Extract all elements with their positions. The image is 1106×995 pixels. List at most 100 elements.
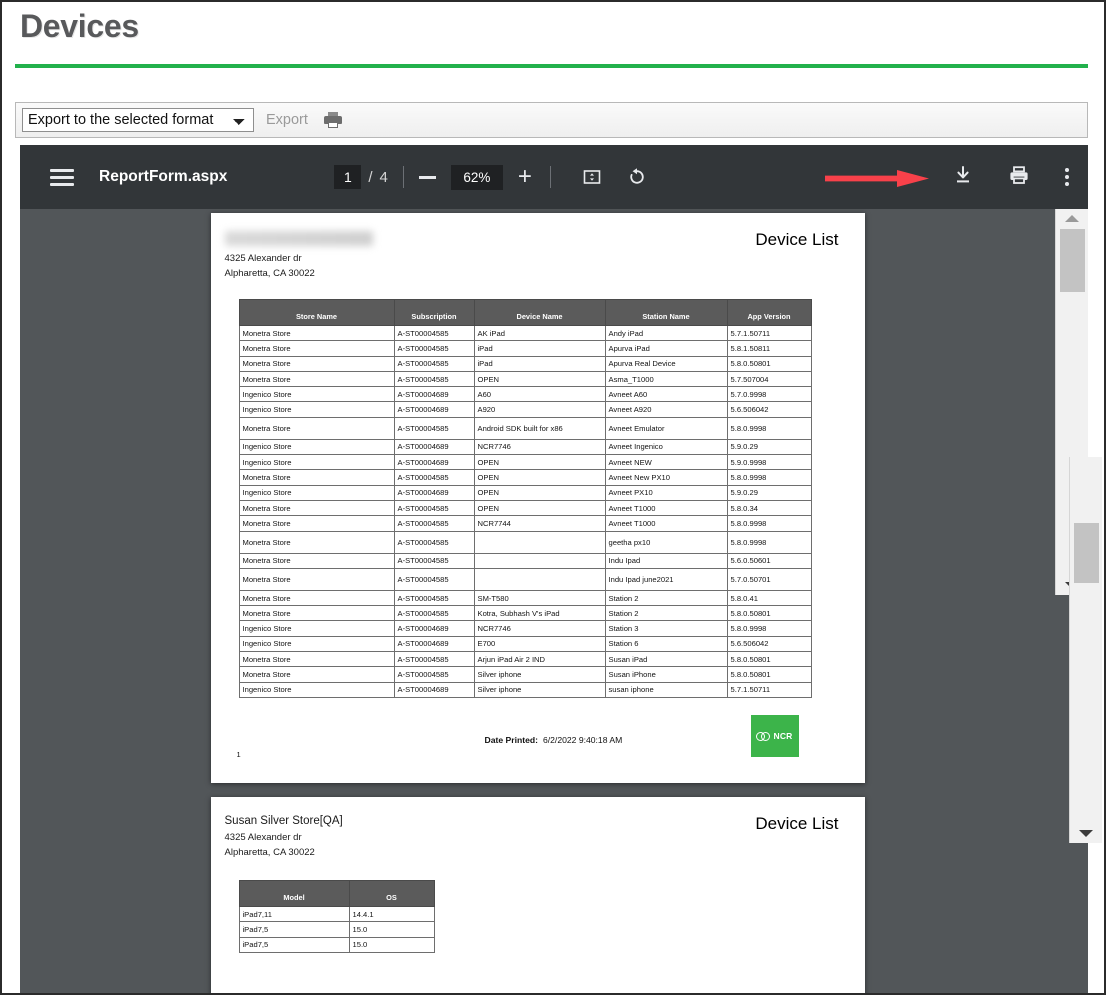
table-cell: Silver iphone — [473, 666, 606, 683]
pdf-filename: ReportForm.aspx — [99, 168, 228, 185]
table-cell: A-ST00004585 — [393, 416, 475, 440]
export-format-select[interactable]: Export to the selected format — [22, 108, 254, 132]
page2-address-line2: Alpharetta, CA 30022 — [224, 847, 315, 858]
table-cell: A-ST00004585 — [393, 499, 475, 517]
table-cell: OPEN — [473, 484, 606, 501]
table-cell: A-ST00004585 — [393, 340, 475, 357]
table-cell: Indu Ipad june2021 — [604, 567, 728, 591]
toolbar-right-actions — [952, 164, 1088, 191]
ncr-logo-text: NCR — [773, 731, 793, 741]
table-cell: 5.8.0.9998 — [726, 515, 812, 532]
kebab-menu-icon[interactable] — [1064, 168, 1070, 186]
zoom-level-value[interactable]: 62% — [450, 164, 503, 190]
table-cell: 5.9.0.29 — [726, 484, 812, 501]
rotate-counterclockwise-icon[interactable] — [626, 166, 648, 188]
ncr-logo: NCR — [750, 715, 799, 757]
table-row: Monetra Store A-ST00004585 iPad Apurva iPad… — [238, 340, 812, 357]
table-cell: A-ST00004585 — [393, 469, 475, 486]
table-cell: 5.8.0.50801 — [726, 666, 812, 683]
table-cell: Monetra Store — [238, 552, 395, 569]
table-row: Monetra Store A-ST00004585 Silver iphone Su… — [238, 666, 812, 683]
page-vertical-scrollbar[interactable] — [1069, 457, 1102, 843]
table-row: Ingenico Store A-ST00004689 E700 Station 65… — [238, 635, 812, 653]
table-cell: 5.8.1.50811 — [726, 340, 812, 357]
table-cell: Avneet PX10 — [604, 484, 728, 501]
download-icon[interactable] — [952, 164, 974, 191]
pdf-page-2: Susan Silver Store[QA] 4325 Alexander dr… — [210, 797, 865, 993]
table-cell: Arjun iPad Air 2 IND — [473, 651, 606, 668]
table-cell: 5.8.0.9998 — [726, 530, 812, 554]
page-separator: / — [368, 168, 373, 186]
page2-report-title: Device List — [755, 814, 839, 833]
table-cell: Monetra Store — [238, 499, 395, 517]
table-cell: Apurva Real Device — [604, 355, 728, 372]
table-cell: NCR7746 — [473, 620, 606, 637]
table-cell: A-ST00004585 — [393, 666, 475, 683]
table-cell: 15.0 — [348, 936, 435, 953]
table-cell: Monetra Store — [238, 651, 395, 668]
table-cell: Silver iphone — [473, 681, 606, 698]
table-cell: 5.9.0.29 — [726, 438, 812, 456]
page-title: Devices — [20, 8, 139, 44]
table-cell: Ingenico Store — [238, 438, 395, 456]
table-cell: 5.7.0.50701 — [726, 567, 812, 591]
table-cell: A-ST00004585 — [393, 651, 475, 668]
page2-address-line1: 4325 Alexander dr — [224, 832, 302, 843]
export-button[interactable]: Export — [266, 112, 308, 128]
table-cell: 5.7.1.50711 — [726, 324, 812, 342]
table-cell: A-ST00004585 — [393, 324, 475, 342]
page1-report-title: Device List — [755, 230, 839, 249]
table-cell: A-ST00004689 — [393, 438, 475, 456]
column-header: Store Name — [238, 299, 395, 326]
current-page-input[interactable] — [334, 165, 362, 189]
table-cell: E700 — [473, 635, 606, 653]
table-cell: Avneet A60 — [604, 386, 728, 403]
scrollbar-thumb[interactable] — [1074, 523, 1099, 583]
table-row: Monetra Store A-ST00004585 OPEN Asma_T1000 5… — [238, 370, 812, 388]
page-navigation: / 4 — [334, 165, 388, 189]
table-cell: SM-T580 — [473, 589, 606, 607]
table-row: Monetra Store A-ST00004585 OPEN Avneet New … — [238, 469, 812, 486]
table-cell: Ingenico Store — [238, 635, 395, 653]
scroll-down-arrow-icon[interactable] — [1079, 830, 1093, 837]
table-row: Ingenico Store A-ST00004689 A60 Avneet A60 5… — [238, 386, 812, 403]
table-cell: OPEN — [473, 370, 606, 388]
model-os-table: Model OS iPad7,11 14.4.1 iPad7,5 15.0 iPad7,5… — [238, 880, 435, 953]
zoom-in-button[interactable]: + — [515, 165, 535, 189]
table-header-row: Model OS — [238, 880, 435, 907]
zoom-out-button[interactable] — [418, 175, 439, 179]
table-cell: 15.0 — [348, 921, 435, 938]
table-row: Monetra Store A-ST00004585 geetha px10 5.8.… — [238, 530, 812, 554]
table-cell: Apurva iPad — [604, 340, 728, 357]
table-cell: Avneet Emulator — [604, 416, 728, 440]
table-cell: NCR7744 — [473, 515, 606, 532]
table-cell: A-ST00004585 — [393, 515, 475, 532]
table-cell: Monetra Store — [238, 515, 395, 532]
table-cell: 5.8.0.9998 — [726, 469, 812, 486]
printer-icon[interactable] — [323, 112, 342, 128]
table-cell: A-ST00004689 — [393, 484, 475, 501]
scrollbar-thumb[interactable] — [1060, 229, 1085, 292]
table-cell: iPad7,11 — [238, 905, 350, 923]
scroll-up-arrow-icon[interactable] — [1065, 215, 1079, 222]
table-cell: Monetra Store — [238, 589, 395, 607]
table-row: Monetra Store A-ST00004585 AK iPad Andy iPa… — [238, 324, 812, 342]
table-cell: A-ST00004689 — [393, 681, 475, 698]
application-window: Devices Export to the selected format Ex… — [0, 0, 1106, 995]
table-cell: NCR7746 — [473, 438, 606, 456]
table-cell: Monetra Store — [238, 416, 395, 440]
page1-address-line2: Alpharetta, CA 30022 — [224, 268, 315, 279]
table-row: Monetra Store A-ST00004585 Kotra, Subhash … — [238, 605, 812, 622]
print-icon[interactable] — [1008, 164, 1030, 191]
hamburger-menu-icon[interactable] — [50, 168, 74, 186]
pdf-document-area[interactable]: 4325 Alexander dr Alpharetta, CA 30022 D… — [20, 209, 1055, 993]
table-cell: 5.6.0.50601 — [726, 552, 812, 569]
table-cell: A60 — [473, 386, 606, 403]
table-row: Monetra Store A-ST00004585 NCR7744 Avneet T… — [238, 515, 812, 532]
ncr-rings-icon — [756, 731, 771, 741]
table-cell: Ingenico Store — [238, 484, 395, 501]
table-row: Monetra Store A-ST00004585 OPEN Avneet T100… — [238, 499, 812, 517]
fit-to-page-icon[interactable] — [582, 167, 602, 187]
table-cell: A920 — [473, 401, 606, 418]
table-cell: Avneet T1000 — [604, 499, 728, 517]
